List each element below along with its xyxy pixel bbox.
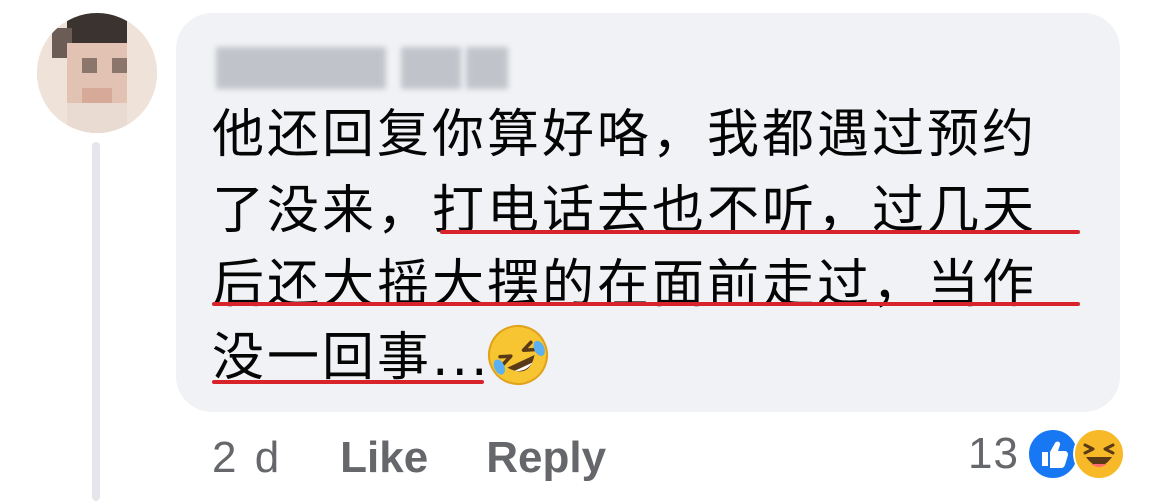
comment-timestamp[interactable]: 2 d	[212, 430, 282, 486]
avatar-neck	[67, 103, 127, 133]
rolling-laughing-emoji-icon	[488, 325, 548, 385]
comment-actions: 2 d Like Reply	[212, 430, 606, 486]
haha-reaction-icon	[1072, 428, 1125, 480]
reaction-summary[interactable]: 13	[968, 428, 1125, 480]
like-button[interactable]: Like	[340, 430, 428, 486]
reply-button[interactable]: Reply	[486, 430, 606, 486]
reaction-count: 13	[968, 429, 1019, 478]
avatar-eye-left	[82, 58, 97, 73]
avatar-mouth	[82, 88, 112, 103]
like-reaction-icon	[1026, 428, 1079, 480]
comment-text-line-3: 后还大摇大摆的在面前走过，当作	[212, 255, 1038, 315]
underline-1	[440, 230, 1080, 234]
avatar-hair	[67, 13, 127, 43]
underline-2	[212, 302, 1080, 306]
comment-text-line-4: 没一回事...	[212, 328, 491, 388]
reply-thread-line	[92, 142, 100, 501]
underline-3	[212, 380, 484, 384]
avatar[interactable]	[37, 13, 157, 133]
avatar-eye-right	[112, 58, 127, 73]
comment-text-line-1: 他还回复你算好咯，我都遇过预约	[212, 105, 1038, 165]
commenter-name-blurred[interactable]	[216, 47, 508, 89]
